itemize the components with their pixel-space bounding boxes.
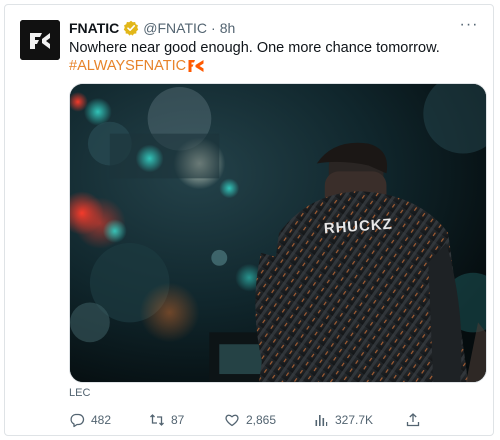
handle[interactable]: @FNATIC: [143, 20, 207, 36]
reply-icon: [69, 412, 85, 428]
tweet-text: Nowhere near good enough. One more chanc…: [69, 40, 440, 56]
reply-count: 482: [91, 413, 112, 427]
tweet-header: FNATIC @FNATIC · 8h: [69, 18, 235, 38]
like-count: 2,865: [246, 413, 277, 427]
tweet-media-image[interactable]: RHUCKZ: [69, 83, 487, 383]
fnatic-logo-icon[interactable]: [20, 20, 60, 60]
like-button[interactable]: 2,865: [224, 412, 276, 428]
views-button[interactable]: 327.7K: [313, 412, 373, 428]
fnatic-emoji-icon: [188, 59, 204, 73]
tweet-card[interactable]: FNATIC @FNATIC · 8h ··· Nowhere near goo…: [4, 4, 494, 436]
share-icon: [405, 412, 421, 428]
retweet-icon: [149, 412, 165, 428]
views-icon: [313, 412, 329, 428]
retweet-count: 87: [171, 413, 185, 427]
views-count: 327.7K: [335, 413, 374, 427]
hashtag-link[interactable]: #ALWAYSFNATIC: [69, 57, 186, 75]
retweet-button[interactable]: 87: [149, 412, 184, 428]
more-options-button[interactable]: ···: [457, 15, 481, 35]
source-label[interactable]: LEC: [69, 387, 90, 399]
timestamp[interactable]: 8h: [220, 20, 236, 36]
reply-button[interactable]: 482: [69, 412, 111, 428]
hashtag-line: #ALWAYSFNATIC: [69, 57, 204, 75]
action-bar: 482 87 2,865 327.7K: [69, 409, 429, 431]
verified-badge-icon: [123, 20, 139, 36]
share-button[interactable]: [405, 412, 421, 428]
display-name[interactable]: FNATIC: [69, 20, 119, 36]
heart-icon: [224, 412, 240, 428]
separator-dot: ·: [211, 20, 216, 36]
